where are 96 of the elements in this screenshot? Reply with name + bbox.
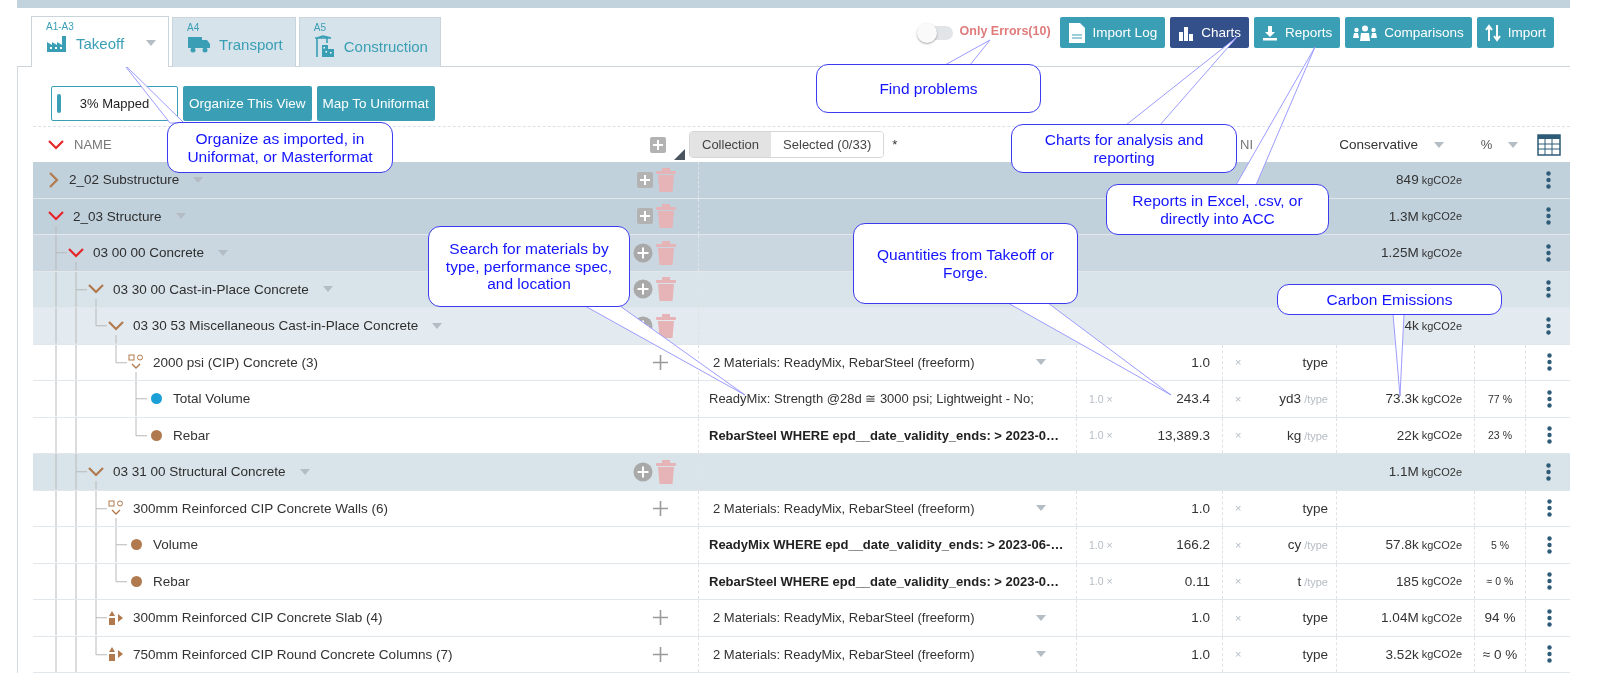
times-sign: ×	[1235, 502, 1242, 515]
quantity-value: 13,389.3	[1157, 427, 1210, 443]
toggle-label: Only Errors(10)	[959, 24, 1051, 38]
per-unit-label: /type	[1304, 575, 1328, 588]
carbon-unit: kgCO2e	[1421, 429, 1462, 442]
unit-label: cy	[1287, 537, 1302, 553]
quantity-value: 1.0	[1191, 354, 1210, 370]
material-name[interactable]: Rebar	[153, 573, 190, 589]
unit-label: type	[1302, 610, 1328, 626]
callout-tooltip: Organize as imported, in Uniformat, or Masterformat	[167, 122, 393, 173]
quantity-value: 1.0	[1191, 646, 1210, 662]
assembly-name[interactable]: 300mm Reinforced CIP Concrete Slab (4)	[133, 610, 383, 626]
unit-label: t	[1297, 573, 1302, 589]
column-header[interactable]: Conservative	[1339, 137, 1418, 152]
assembly-name[interactable]: 2000 psi (CIP) Concrete (3)	[153, 354, 319, 370]
per-unit-label: /type	[1304, 393, 1328, 406]
quantity-value: 1.0	[1191, 500, 1210, 516]
carbon-unit: kgCO2e	[1421, 173, 1462, 186]
assembly-name[interactable]: 750mm Reinforced CIP Round Concrete Columns (7)	[133, 646, 453, 662]
unit-label: type	[1302, 646, 1328, 662]
quantity-value: 0.11	[1184, 573, 1210, 589]
carbon-unit: kgCO2e	[1421, 210, 1462, 223]
percent-value: 94 %	[1484, 610, 1516, 626]
quantity-value: 166.2	[1176, 537, 1210, 553]
carbon-unit: kgCO2e	[1421, 648, 1462, 661]
carbon-value: 57.8k	[1385, 537, 1419, 553]
carbon-value: 1.25M	[1381, 245, 1419, 261]
materials-dropdown[interactable]: 2 Materials: ReadyMix, RebarSteel (freeform)	[713, 646, 975, 662]
carbon-value: 22k	[1396, 427, 1419, 443]
times-sign: ×	[1235, 429, 1242, 442]
percent-value: ≈ 0 %	[1482, 646, 1518, 662]
factor-value: 1.0 ×	[1089, 429, 1113, 442]
material-query[interactable]: ReadyMix WHERE epd__date_validity_ends: > 2023-06-…	[709, 537, 1064, 553]
quantity-value: 1.0	[1191, 610, 1210, 626]
unit-label: type	[1302, 354, 1328, 370]
group-name[interactable]: 2_03 Structure	[73, 208, 162, 224]
materials-dropdown[interactable]: 2 Materials: ReadyMix, RebarSteel (freeform)	[713, 610, 975, 626]
percent-value: 77 %	[1488, 392, 1512, 405]
material-query[interactable]: RebarSteel WHERE epd__date_validity_ends: > 2023-0…	[709, 427, 1060, 443]
carbon-unit: kgCO2e	[1421, 538, 1462, 551]
carbon-unit: kgCO2e	[1421, 246, 1462, 259]
toolbar-button[interactable]: Charts	[1170, 17, 1249, 48]
materials-dropdown[interactable]: 2 Materials: ReadyMix, RebarSteel (freeform)	[713, 500, 975, 516]
group-name[interactable]: 03 31 00 Structural Concrete	[113, 464, 286, 480]
percent-value: 5 %	[1490, 538, 1510, 551]
assembly-name[interactable]: 300mm Reinforced CIP Concrete Walls (6)	[133, 500, 389, 516]
modified-mark: *	[892, 137, 898, 152]
percent-value: ≈ 0 %	[1486, 575, 1514, 588]
material-name[interactable]: Total Volume	[173, 391, 251, 407]
factor-value: 1.0 ×	[1089, 392, 1113, 405]
callout-tooltip: Charts for analysis and reporting	[1011, 124, 1237, 173]
material-name[interactable]: Rebar	[173, 427, 210, 443]
callout-tooltip: Reports in Excel, .csv, or directly into ACC	[1106, 184, 1329, 235]
times-sign: ×	[1235, 356, 1242, 369]
quantity-value: 243.4	[1176, 391, 1210, 407]
carbon-unit: kgCO2e	[1421, 575, 1462, 588]
carbon-unit: kgCO2e	[1421, 319, 1462, 332]
factor-value: 1.0 ×	[1089, 575, 1113, 588]
carbon-value: 1.3M	[1388, 208, 1419, 224]
carbon-value: 185	[1396, 573, 1419, 589]
factor-value: 1.0 ×	[1089, 538, 1113, 551]
callout-tooltip: Carbon Emissions	[1277, 284, 1502, 315]
callout-tooltip: Search for materials by type, performance spec, and location	[428, 226, 630, 307]
per-unit-label: /type	[1304, 539, 1328, 552]
carbon-unit: kgCO2e	[1421, 392, 1462, 405]
progress-label: 3% Mapped	[79, 96, 150, 111]
column-header[interactable]: NAME	[74, 137, 112, 152]
times-sign: ×	[1235, 392, 1242, 405]
materials-dropdown[interactable]: 2 Materials: ReadyMix, RebarSteel (freeform)	[713, 354, 975, 370]
material-query[interactable]: ReadyMix: Strength @28d ≅ 3000 psi; Lightweight - No;	[709, 391, 1034, 407]
carbon-value: 4k	[1404, 318, 1419, 334]
percent-value: 23 %	[1488, 429, 1512, 442]
times-sign: ×	[1235, 648, 1242, 661]
carbon-value: 73.3k	[1385, 391, 1419, 407]
carbon-unit: kgCO2e	[1421, 465, 1462, 478]
carbon-unit: kgCO2e	[1421, 611, 1462, 624]
group-name[interactable]: 03 30 53 Miscellaneous Cast-in-Place Concrete	[133, 318, 419, 334]
times-sign: ×	[1235, 538, 1242, 551]
group-name[interactable]: 03 30 00 Cast-in-Place Concrete	[113, 281, 309, 297]
column-header[interactable]: %	[1480, 137, 1493, 152]
times-sign: ×	[1235, 575, 1242, 588]
unit-label: kg	[1286, 427, 1302, 443]
segment-tab[interactable]: Collection	[690, 132, 772, 157]
group-name[interactable]: 03 00 00 Concrete	[93, 245, 205, 261]
carbon-value: 1.04M	[1381, 610, 1419, 626]
callout-tooltip: Quantities from Takeoff or Forge.	[853, 223, 1078, 304]
unit-label: type	[1302, 500, 1328, 516]
per-unit-label: /type	[1304, 429, 1328, 442]
carbon-value: 3.52k	[1385, 646, 1419, 662]
material-name[interactable]: Volume	[153, 537, 199, 553]
carbon-value: 849	[1396, 172, 1419, 188]
carbon-value: 1.1M	[1388, 464, 1419, 480]
unit-label: yd3	[1279, 391, 1302, 407]
material-query[interactable]: RebarSteel WHERE epd__date_validity_ends: > 2023-0…	[709, 573, 1060, 589]
times-sign: ×	[1235, 611, 1242, 624]
group-name[interactable]: 2_02 Substructure	[69, 172, 180, 188]
